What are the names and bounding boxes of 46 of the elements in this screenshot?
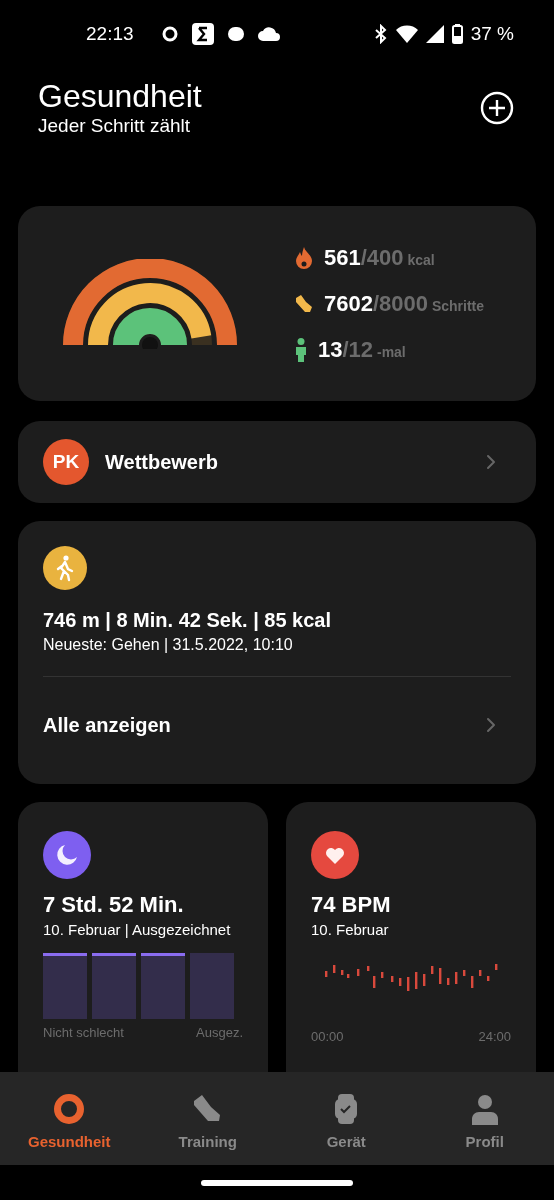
sleep-bar xyxy=(190,953,234,1019)
cloud-icon xyxy=(257,26,280,41)
walking-icon xyxy=(43,546,87,590)
workout-summary: 746 m | 8 Min. 42 Sek. | 85 kcal xyxy=(43,608,333,633)
person-icon xyxy=(294,337,308,362)
chevron-icon xyxy=(486,717,496,733)
bluetooth-icon xyxy=(373,23,388,44)
page-title: Gesundheit xyxy=(38,77,203,114)
signal-icon xyxy=(425,24,444,43)
heart-rate-card[interactable]: 74 BPM 10. Februar 00:00 24:00 xyxy=(286,802,536,1072)
nav-tab[interactable]: Training xyxy=(138,1072,277,1165)
avatar-badge: PK xyxy=(43,439,89,485)
add-icon xyxy=(480,90,514,125)
axis-label: 00:00 xyxy=(311,1029,344,1044)
workout-detail: Neueste: Gehen | 31.5.2022, 10:10 xyxy=(43,635,294,655)
shoe-icon xyxy=(294,293,314,314)
sleep-bar xyxy=(43,953,87,1019)
ring-icon xyxy=(161,25,178,42)
sleep-bar xyxy=(92,953,136,1019)
heart-rate-detail: 10. Februar xyxy=(311,920,390,940)
ring-icon xyxy=(53,1093,86,1125)
axis-label: 24:00 xyxy=(478,1029,511,1044)
sleep-bar xyxy=(141,953,185,1019)
nav-tab[interactable]: Profil xyxy=(415,1072,554,1165)
moon-icon xyxy=(43,831,91,879)
nav-tab[interactable]: Gerät xyxy=(277,1072,416,1165)
clock-time: 22:13 xyxy=(86,22,134,45)
wifi-icon xyxy=(395,24,418,43)
scale-label: Ausgez. xyxy=(196,1025,243,1040)
show-all-link[interactable]: Alle anzeigen xyxy=(43,713,486,737)
scale-label: Nicht schlecht xyxy=(43,1025,124,1040)
sleep-card[interactable]: 7 Std. 52 Min. 10. Februar | Ausgezeichnet Nicht schlecht Ausgez. xyxy=(18,802,268,1072)
battery-percentage: 37 % xyxy=(470,22,514,45)
home-indicator[interactable] xyxy=(201,1179,353,1186)
heart-rate-value: 74 BPM xyxy=(311,891,392,919)
add-button[interactable] xyxy=(480,90,514,125)
competition-card[interactable]: PK Wettbewerb xyxy=(18,421,536,503)
sleep-duration: 7 Std. 52 Min. xyxy=(43,891,185,919)
battery-icon xyxy=(451,23,463,44)
flame-icon xyxy=(294,246,314,269)
chevron-icon xyxy=(486,454,496,470)
page-subtitle: Jeder Schritt zählt xyxy=(38,113,192,138)
nav-tab[interactable]: Gesundheit xyxy=(0,1072,139,1165)
sleep-detail: 10. Februar | Ausgezeichnet xyxy=(43,920,232,940)
app-icon xyxy=(191,22,214,45)
competition-label: Wettbewerb xyxy=(105,450,219,474)
